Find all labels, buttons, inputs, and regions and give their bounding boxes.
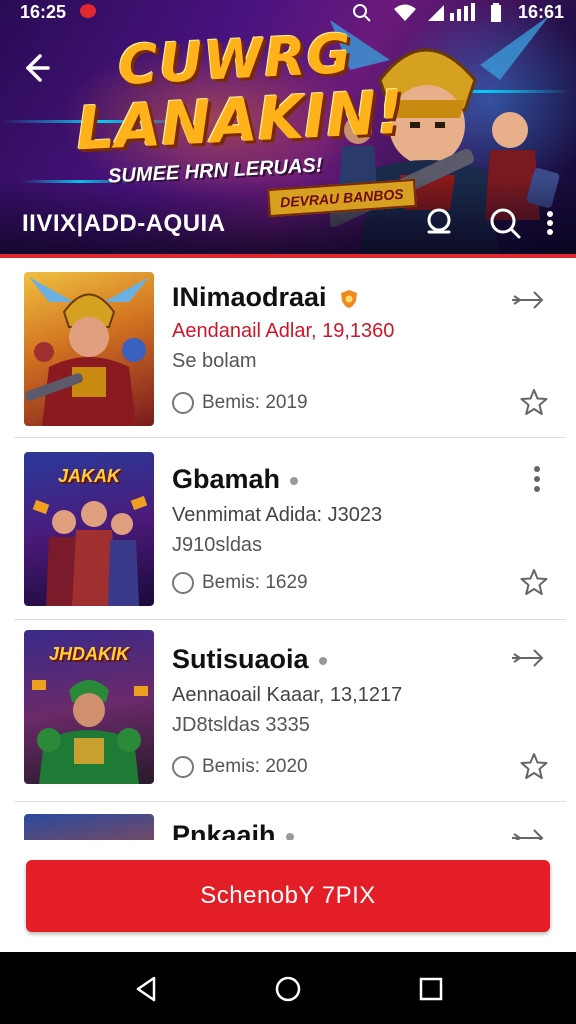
search-status-icon	[353, 4, 371, 22]
item-thumbnail[interactable]: JHDAKIK	[24, 630, 154, 784]
search-icon[interactable]	[488, 206, 522, 240]
item-description: JD8tsldas 3335	[172, 714, 310, 736]
status-dot	[318, 656, 327, 665]
notification-dot	[80, 4, 96, 18]
item-subtitle: Aendanail Adlar, 19,1360	[172, 320, 395, 342]
item-title: Sutisuaoia	[172, 644, 327, 675]
star-icon[interactable]	[520, 752, 548, 780]
thumbnail-title: JAKAK	[57, 466, 120, 486]
star-icon[interactable]	[520, 388, 548, 416]
content-list[interactable]: INimaodraai Aendanail Adlar, 19,1360 Se …	[14, 258, 566, 840]
nav-back-icon[interactable]	[132, 974, 162, 1004]
list-item[interactable]: Pnkaaih	[14, 804, 566, 840]
item-meta: Bemis: 2019	[172, 392, 308, 414]
battery-icon	[491, 3, 501, 22]
status-bar: 16:25 16:61	[0, 0, 576, 26]
item-meta-text: Bemis: 2020	[202, 756, 308, 778]
item-meta: Bemis: 1629	[172, 572, 308, 594]
select-radio[interactable]	[172, 392, 194, 414]
notification-bell-icon[interactable]	[422, 206, 456, 240]
wifi-icon	[394, 4, 416, 21]
app-name: IIVIX|ADD-AQUIA	[22, 210, 226, 237]
item-title: Pnkaaih	[172, 820, 294, 840]
select-radio[interactable]	[172, 572, 194, 594]
item-title-text: Sutisuaoia	[172, 644, 309, 674]
signal-icon	[428, 3, 475, 21]
nav-recents-icon[interactable]	[416, 974, 446, 1004]
hero-thumbnail-art	[25, 277, 149, 426]
list-item[interactable]: JHDAKIK Sutisuaoia Aennaoail Kaaar, 13,1…	[14, 622, 566, 802]
item-meta-text: Bemis: 1629	[202, 572, 308, 594]
item-meta: Bemis: 2020	[172, 756, 308, 778]
item-subtitle: Aennaoail Kaaar, 13,1217	[172, 684, 403, 706]
item-title-text: Pnkaaih	[172, 820, 276, 840]
status-dot	[290, 476, 299, 485]
item-thumbnail[interactable]	[24, 814, 154, 840]
item-title-text: Gbamah	[172, 464, 281, 494]
verified-shield-icon	[341, 289, 358, 308]
item-title: Gbamah	[172, 464, 299, 495]
screen: 16:25 16:61 CUWRG LANAKIN! SUMEE HRN LER…	[0, 0, 576, 1024]
item-description: Se bolam	[172, 350, 257, 372]
thumbnail-title: JHDAKIK	[48, 644, 129, 664]
item-thumbnail[interactable]: JAKAK	[24, 452, 154, 606]
item-description: J910sldas	[172, 534, 263, 556]
share-arrow-icon[interactable]	[508, 646, 548, 670]
status-dot	[285, 832, 294, 840]
star-icon[interactable]	[520, 568, 548, 596]
more-vertical-icon[interactable]	[532, 464, 542, 494]
nav-home-icon[interactable]	[273, 974, 303, 1004]
header-banner: 16:25 16:61 CUWRG LANAKIN! SUMEE HRN LER…	[0, 0, 576, 258]
item-meta-text: Bemis: 2019	[202, 392, 308, 414]
system-navigation-bar	[0, 952, 576, 1024]
list-item[interactable]: INimaodraai Aendanail Adlar, 19,1360 Se …	[14, 258, 566, 438]
bottom-action-area: SchenobY 7PIX	[0, 840, 576, 952]
status-time: 16:25	[20, 2, 67, 22]
item-title-text: INimaodraai	[172, 282, 327, 312]
list-item[interactable]: JAKAK Gbamah Venmimat Adida: J3023 J910s…	[14, 440, 566, 620]
select-radio[interactable]	[172, 756, 194, 778]
item-title: INimaodraai	[172, 282, 358, 313]
share-arrow-icon[interactable]	[508, 826, 548, 840]
more-vertical-icon[interactable]	[538, 206, 562, 240]
back-arrow-icon[interactable]	[18, 50, 54, 86]
primary-action-button[interactable]: SchenobY 7PIX	[26, 860, 550, 932]
item-subtitle: Venmimat Adida: J3023	[172, 504, 383, 526]
item-thumbnail[interactable]	[24, 272, 154, 426]
share-arrow-icon[interactable]	[508, 288, 548, 312]
status-time-right: 16:61	[517, 2, 564, 22]
